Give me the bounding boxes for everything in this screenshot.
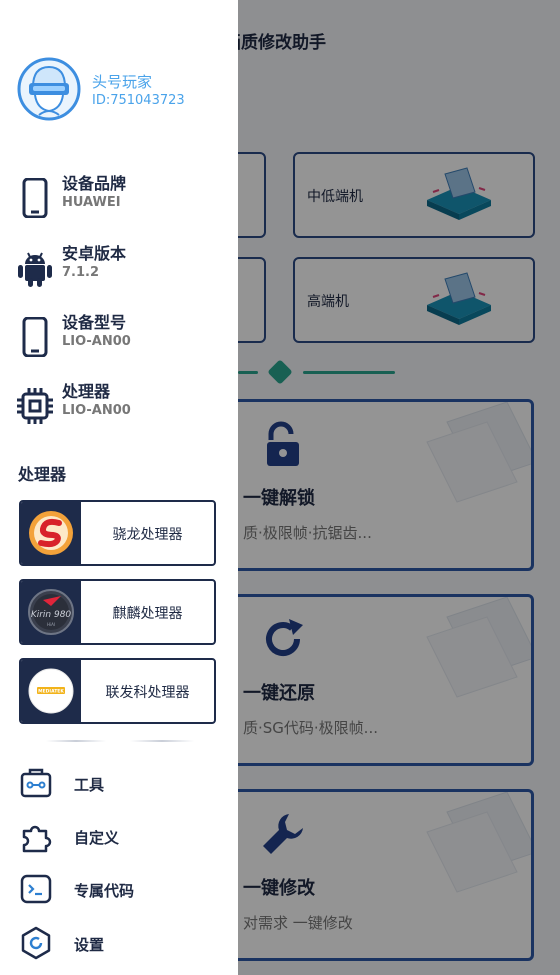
vr-player-avatar-icon[interactable] [17,57,81,121]
menu-item-custom[interactable]: 自定义 [0,814,238,858]
menu-label: 工具 [74,776,105,794]
settings-icon [21,926,51,960]
info-value: LIO-AN00 [62,334,131,349]
puzzle-icon [22,825,52,853]
info-value: LIO-AN00 [62,403,131,418]
menu-label: 自定义 [74,829,120,847]
info-row-model: 设备型号 LIO-AN00 [0,307,238,367]
info-label: 安卓版本 [62,244,127,263]
menu-label: 专属代码 [74,882,135,900]
mediatek-logo: MEDIATEK [28,668,74,714]
snapdragon-logo [29,511,73,555]
phone-icon [22,317,48,357]
svg-text:Kirin 980: Kirin 980 [31,610,72,620]
divider [130,740,194,742]
android-icon [18,252,52,287]
kirin-button[interactable]: Kirin 980 HiAI 麒麟处理器 [19,579,216,645]
navigation-drawer: 头号玩家 ID:751043723 设备品牌 HUAWEI 安卓版本 7.1.2 [0,0,238,975]
toolbox-icon [20,768,52,798]
processor-label: 骁龙处理器 [112,527,183,543]
kirin-980-logo: Kirin 980 HiAI [28,589,74,635]
divider [46,740,106,742]
info-row-brand: 设备品牌 HUAWEI [0,168,238,228]
processor-label: 联发科处理器 [105,685,190,701]
chip-icon [17,388,53,424]
svg-text:HiAI: HiAI [47,622,55,627]
info-row-cpu: 处理器 LIO-AN00 [0,376,238,436]
info-row-android: 安卓版本 7.1.2 [0,238,238,298]
info-label: 处理器 [62,382,111,401]
menu-item-settings[interactable]: 设置 [0,921,238,965]
svg-text:MEDIATEK: MEDIATEK [38,689,64,695]
processor-section-title: 处理器 [18,465,67,484]
info-value: 7.1.2 [62,265,100,280]
user-name: 头号玩家 [92,73,153,91]
mediatek-button[interactable]: MEDIATEK 联发科处理器 [19,658,216,724]
info-label: 设备型号 [62,313,127,332]
info-label: 设备品牌 [62,174,127,193]
phone-icon [22,178,48,218]
snapdragon-button[interactable]: 骁龙处理器 [19,500,216,566]
terminal-icon [20,874,52,904]
menu-item-tools[interactable]: 工具 [0,761,238,805]
user-id: ID:751043723 [92,93,185,108]
menu-label: 设置 [74,936,105,954]
menu-item-exclusive-code[interactable]: 专属代码 [0,867,238,911]
processor-label: 麒麟处理器 [112,606,183,622]
info-value: HUAWEI [62,195,121,210]
